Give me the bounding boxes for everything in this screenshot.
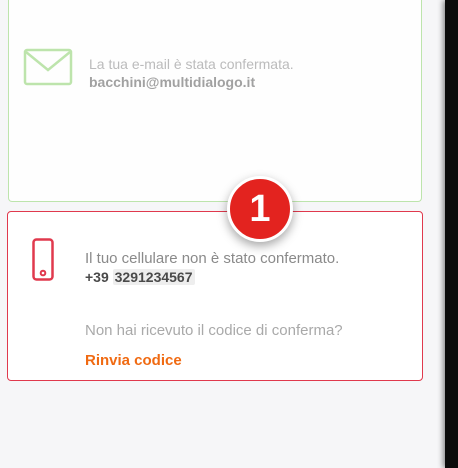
device-bezel [445,0,458,468]
email-address: bacchini@multidialogo.it [89,74,256,90]
step-number-badge: 1 [227,176,293,242]
phone-number: +39 3291234567 [85,268,339,287]
resend-question: Non hai ricevuto il codice di conferma? [85,322,343,339]
envelope-icon [23,46,73,88]
phone-unconfirmed-card: Il tuo cellulare non è stato confermato.… [7,211,423,381]
phone-prefix: +39 [85,269,109,285]
smartphone-icon [32,238,54,282]
phone-status-text: Il tuo cellulare non è stato confermato.… [85,249,339,287]
phone-number-value: 3291234567 [112,269,195,285]
email-confirmed-message: La tua e-mail è stata confermata. [89,56,294,72]
phone-unconfirmed-message: Il tuo cellulare non è stato confermato. [85,250,340,267]
page-content: La tua e-mail è stata confermata. bacchi… [0,0,445,468]
resend-code-link[interactable]: Rinvia codice [85,352,182,369]
email-confirmed-card: La tua e-mail è stata confermata. bacchi… [8,0,422,202]
email-status-text: La tua e-mail è stata confermata. bacchi… [89,55,294,91]
